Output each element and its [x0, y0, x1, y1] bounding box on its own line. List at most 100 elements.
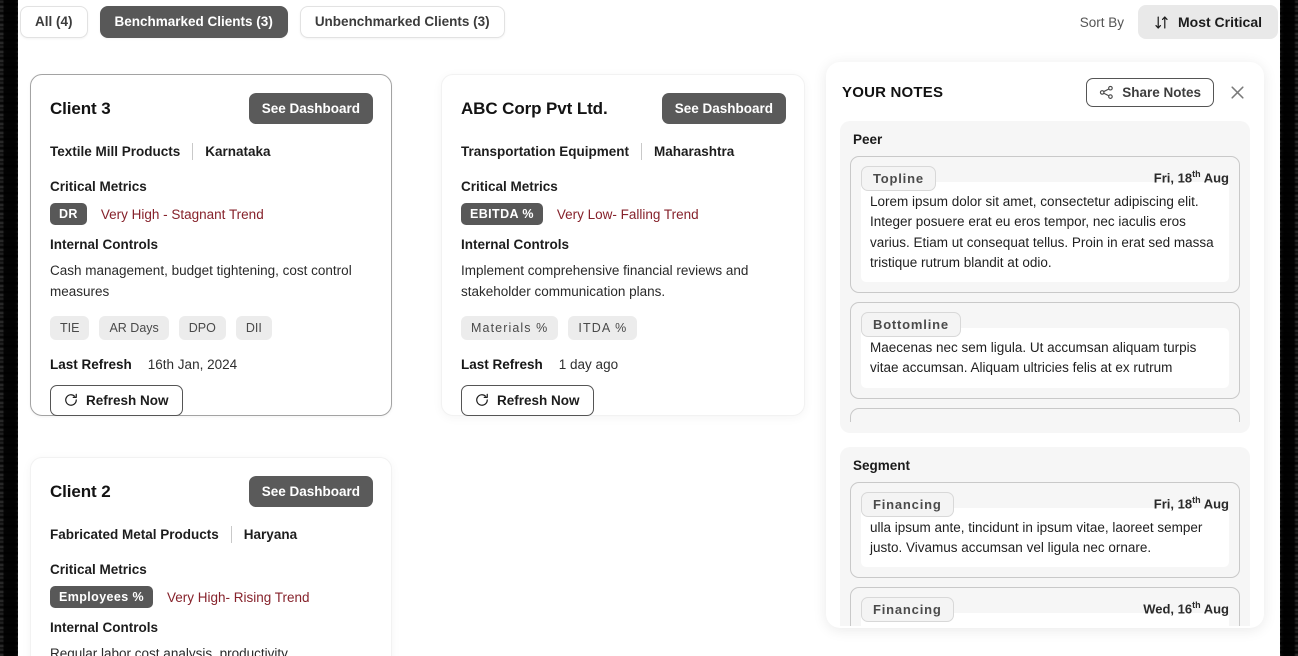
note-category-chip: Financing — [861, 597, 954, 622]
filter-unbenchmarked[interactable]: Unbenchmarked Clients (3) — [299, 6, 505, 38]
note-card[interactable]: Topline Fri, 18th Aug Lorem ipsum dolor … — [850, 156, 1240, 293]
metric-tag[interactable]: DII — [235, 315, 272, 340]
card-header: Client 3 See Dashboard — [50, 93, 373, 124]
refresh-now-label: Refresh Now — [86, 392, 169, 408]
last-refresh-row: Last Refresh 16th Jan, 2024 — [50, 357, 373, 372]
client-meta: Textile Mill Products Karnataka — [50, 143, 373, 160]
share-notes-button[interactable]: Share Notes — [1086, 78, 1214, 107]
metric-tag-row: TIE AR Days DPO DII — [50, 315, 373, 340]
share-nodes-icon — [1099, 85, 1114, 100]
last-refresh-label: Last Refresh — [50, 356, 132, 372]
internal-controls-label: Internal Controls — [461, 237, 570, 252]
client-industry: Transportation Equipment — [461, 144, 630, 159]
note-date: Fri, 18th Aug — [1153, 494, 1229, 511]
client-card-abc-corp[interactable]: ABC Corp Pvt Ltd. See Dashboard Transpor… — [441, 74, 805, 416]
see-dashboard-button[interactable]: See Dashboard — [661, 93, 786, 124]
note-date: Wed, 16th Aug — [1143, 600, 1229, 617]
notes-scroll-area[interactable]: Peer Topline Fri, 18th Aug Lorem ipsum d… — [840, 121, 1250, 626]
note-group-peer: Peer Topline Fri, 18th Aug Lorem ipsum d… — [840, 121, 1250, 433]
metric-tag[interactable]: AR Days — [99, 315, 169, 340]
critical-metrics-label: Critical Metrics — [461, 179, 558, 194]
filter-all[interactable]: All (4) — [20, 6, 88, 38]
card-header: ABC Corp Pvt Ltd. See Dashboard — [461, 93, 786, 124]
refresh-icon — [475, 393, 489, 407]
card-header: Client 2 See Dashboard — [50, 476, 373, 507]
metric-tag[interactable]: TIE — [50, 315, 90, 340]
note-card[interactable]: Financing Wed, 16th Aug Lorem ipsum dolo… — [850, 587, 1240, 626]
note-card[interactable]: Bottomline Maecenas nec sem ligula. Ut a… — [850, 302, 1240, 399]
refresh-now-button[interactable]: Refresh Now — [50, 384, 183, 416]
client-region: Maharashtra — [654, 144, 735, 159]
note-group-title: Peer — [853, 132, 883, 147]
refresh-icon — [64, 393, 78, 407]
app-screen: All (4) Benchmarked Clients (3) Unbenchm… — [0, 0, 1298, 656]
client-region: Karnataka — [205, 144, 271, 159]
metric-trend-text: Very High- Rising Trend — [167, 589, 310, 605]
metric-tag[interactable]: ITDA % — [568, 315, 638, 340]
critical-metrics-label: Critical Metrics — [50, 179, 147, 194]
internal-controls-text: Cash management, budget tightening, cost… — [50, 263, 352, 299]
sort-arrows-icon — [1154, 15, 1169, 30]
metric-trend-text: Very Low- Falling Trend — [556, 206, 699, 222]
see-dashboard-button[interactable]: See Dashboard — [248, 476, 373, 507]
last-refresh-label: Last Refresh — [461, 356, 543, 372]
internal-controls-text: Implement comprehensive financial review… — [461, 263, 749, 299]
note-category-chip: Financing — [861, 491, 954, 517]
note-text: Lorem ipsum dolor sit amet, consectetur … — [861, 182, 1229, 282]
note-date: Fri, 18th Aug — [1153, 169, 1229, 186]
client-meta: Transportation Equipment Maharashtra — [461, 143, 786, 160]
meta-divider — [192, 143, 194, 160]
client-card-client2[interactable]: Client 2 See Dashboard Fabricated Metal … — [30, 457, 392, 656]
share-notes-label: Share Notes — [1122, 85, 1201, 100]
meta-divider — [230, 526, 232, 543]
refresh-now-label: Refresh Now — [497, 392, 580, 408]
sort-by-label: Sort By — [1079, 14, 1124, 30]
client-industry: Fabricated Metal Products — [50, 527, 219, 542]
internal-controls-label: Internal Controls — [50, 620, 159, 635]
meta-divider — [641, 143, 643, 160]
top-toolbar: All (4) Benchmarked Clients (3) Unbenchm… — [20, 0, 1278, 44]
client-region: Haryana — [243, 527, 298, 542]
metric-trend-text: Very High - Stagnant Trend — [100, 206, 264, 222]
left-edge-artifact — [0, 0, 18, 656]
client-filter-group: All (4) Benchmarked Clients (3) Unbenchm… — [20, 6, 505, 38]
notes-panel-header: YOUR NOTES Share Notes — [840, 78, 1250, 107]
client-name: ABC Corp Pvt Ltd. — [461, 98, 608, 118]
critical-metric-row: DR Very High - Stagnant Trend — [50, 203, 373, 225]
client-industry: Textile Mill Products — [50, 144, 181, 159]
metric-tag[interactable]: DPO — [178, 315, 226, 340]
notes-header-actions: Share Notes — [1086, 78, 1248, 107]
last-refresh-value: 16th Jan, 2024 — [147, 356, 238, 372]
note-group-segment: Segment Financing Fri, 18th Aug ulla ips… — [840, 446, 1250, 626]
client-name: Client 2 — [50, 481, 111, 501]
last-refresh-value: 1 day ago — [558, 356, 619, 372]
client-meta: Fabricated Metal Products Haryana — [50, 526, 373, 543]
metric-badge[interactable]: Employees % — [50, 586, 153, 608]
sort-controls: Sort By Most Critical — [1080, 5, 1278, 39]
refresh-now-button[interactable]: Refresh Now — [461, 384, 594, 416]
sort-dropdown[interactable]: Most Critical — [1137, 5, 1278, 39]
notes-panel: YOUR NOTES Share Notes Peer Topline Fri,… — [826, 62, 1264, 628]
critical-metrics-label: Critical Metrics — [50, 562, 147, 577]
notes-panel-title: YOUR NOTES — [842, 84, 944, 101]
metric-badge[interactable]: EBITDA % — [461, 203, 543, 225]
see-dashboard-button[interactable]: See Dashboard — [248, 93, 373, 124]
sort-value: Most Critical — [1177, 14, 1262, 30]
critical-metric-row: Employees % Very High- Rising Trend — [50, 586, 373, 608]
last-refresh-row: Last Refresh 1 day ago — [461, 357, 786, 372]
internal-controls-text: Regular labor cost analysis, productivit… — [50, 646, 288, 656]
filter-benchmarked[interactable]: Benchmarked Clients (3) — [99, 6, 288, 38]
internal-controls-label: Internal Controls — [50, 237, 159, 252]
close-notes-button[interactable] — [1226, 82, 1248, 104]
metric-badge[interactable]: DR — [50, 203, 87, 225]
metric-tag[interactable]: Materials % — [461, 315, 559, 340]
metric-tag-row: Materials % ITDA % — [461, 315, 786, 340]
critical-metric-row: EBITDA % Very Low- Falling Trend — [461, 203, 786, 225]
note-group-title: Segment — [853, 457, 911, 473]
close-icon — [1229, 84, 1246, 101]
client-name: Client 3 — [50, 98, 111, 118]
client-card-client3[interactable]: Client 3 See Dashboard Textile Mill Prod… — [30, 74, 392, 416]
note-card-partial[interactable] — [850, 407, 1240, 422]
right-edge-artifact — [1280, 0, 1298, 656]
note-card[interactable]: Financing Fri, 18th Aug ulla ipsum ante,… — [850, 481, 1240, 578]
